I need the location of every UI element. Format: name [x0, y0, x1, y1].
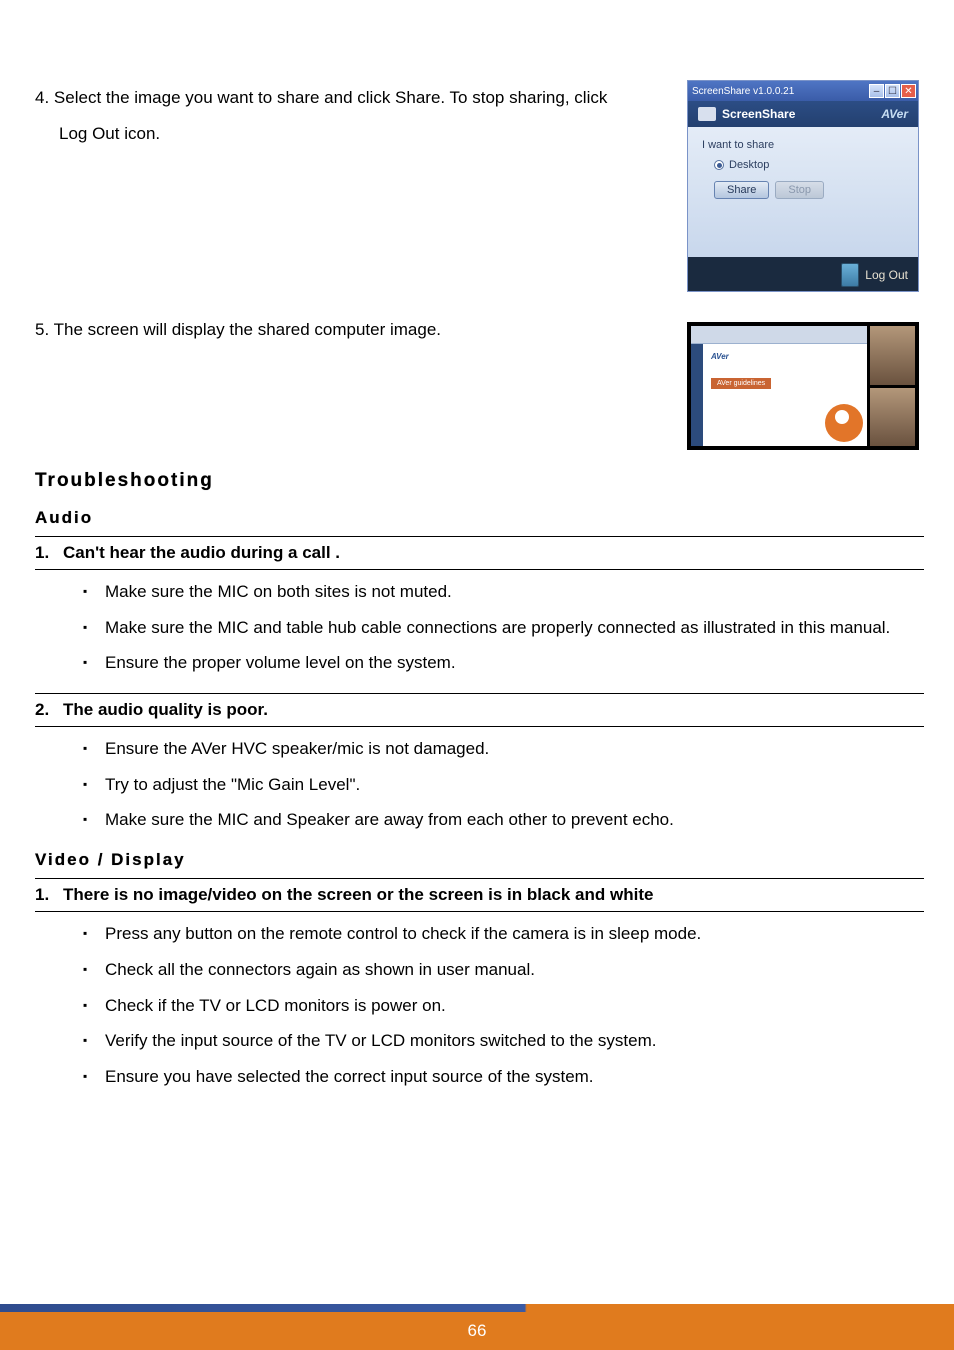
divider — [35, 878, 924, 879]
video-q1-list: Press any button on the remote control t… — [35, 916, 924, 1094]
thumb-1 — [870, 326, 915, 385]
list-item: Try to adjust the "Mic Gain Level". — [83, 767, 924, 803]
close-button[interactable]: ✕ — [901, 84, 916, 98]
audio-q1-list: Make sure the MIC on both sites is not m… — [35, 574, 924, 681]
video-q1-num: 1. — [35, 885, 63, 905]
footer-stripe — [0, 1304, 954, 1312]
audio-q2-list: Ensure the AVer HVC speaker/mic is not d… — [35, 731, 924, 838]
list-item: Ensure you have selected the correct inp… — [83, 1059, 924, 1095]
list-item: Make sure the MIC on both sites is not m… — [83, 574, 924, 610]
share-section-label: I want to share — [702, 139, 904, 151]
page-number: 66 — [0, 1312, 954, 1350]
radio-dot-icon — [714, 160, 724, 170]
preview-subtitle: AVer guidelines — [711, 378, 771, 389]
desktop-radio[interactable]: Desktop — [714, 159, 904, 171]
screenshare-app-window: ScreenShare v1.0.0.21 – ☐ ✕ ScreenShare … — [687, 80, 919, 292]
divider — [35, 693, 924, 694]
step-5-text: 5. The screen will display the shared co… — [35, 312, 635, 348]
preview-title: AVer — [711, 352, 729, 361]
app-logo-icon — [698, 107, 716, 121]
video-heading: Video / Display — [35, 850, 924, 870]
logout-label[interactable]: Log Out — [865, 268, 908, 282]
preview-titlebar — [691, 326, 867, 344]
stop-button[interactable]: Stop — [775, 181, 824, 199]
video-q1: 1.There is no image/video on the screen … — [35, 883, 924, 907]
thumb-2 — [870, 388, 915, 447]
step-4-text: 4. Select the image you want to share an… — [35, 80, 635, 151]
video-q1-text: There is no image/video on the screen or… — [63, 885, 653, 904]
troubleshooting-heading: Troubleshooting — [35, 470, 924, 492]
radio-label: Desktop — [729, 159, 769, 171]
page-footer: 66 — [0, 1312, 954, 1350]
window-titlebar: ScreenShare v1.0.0.21 – ☐ ✕ — [688, 81, 918, 101]
logout-icon[interactable] — [841, 263, 859, 287]
audio-q2-text: The audio quality is poor. — [63, 700, 268, 719]
brand-label: AVer — [881, 107, 908, 121]
audio-q2-num: 2. — [35, 700, 63, 720]
app-footer: Log Out — [688, 257, 918, 291]
step-5-body: The screen will display the shared compu… — [54, 320, 441, 339]
list-item: Verify the input source of the TV or LCD… — [83, 1023, 924, 1059]
divider — [35, 536, 924, 537]
audio-q1: 1.Can't hear the audio during a call . — [35, 541, 924, 565]
divider — [35, 569, 924, 570]
preview-slide: AVer AVer guidelines — [703, 344, 867, 446]
list-item: Make sure the MIC and Speaker are away f… — [83, 802, 924, 838]
minimize-button[interactable]: – — [869, 84, 884, 98]
audio-heading: Audio — [35, 508, 924, 528]
list-item: Ensure the AVer HVC speaker/mic is not d… — [83, 731, 924, 767]
divider — [35, 911, 924, 912]
preview-avatar-icon — [825, 404, 863, 442]
audio-q1-num: 1. — [35, 543, 63, 563]
shared-screen-preview: AVer AVer guidelines — [687, 322, 919, 450]
app-name: ScreenShare — [722, 107, 795, 121]
list-item: Make sure the MIC and table hub cable co… — [83, 610, 924, 646]
list-item: Press any button on the remote control t… — [83, 916, 924, 952]
audio-q1-text: Can't hear the audio during a call . — [63, 543, 340, 562]
audio-q2: 2.The audio quality is poor. — [35, 698, 924, 722]
window-title: ScreenShare v1.0.0.21 — [692, 86, 794, 97]
divider — [35, 726, 924, 727]
step-4-num: 4. — [35, 88, 49, 107]
step-4-body: Select the image you want to share and c… — [54, 88, 607, 143]
step-5-num: 5. — [35, 320, 49, 339]
preview-sidebar — [691, 344, 703, 446]
app-header: ScreenShare AVer — [688, 101, 918, 127]
list-item: Ensure the proper volume level on the sy… — [83, 645, 924, 681]
maximize-button[interactable]: ☐ — [885, 84, 900, 98]
list-item: Check all the connectors again as shown … — [83, 952, 924, 988]
share-button[interactable]: Share — [714, 181, 769, 199]
list-item: Check if the TV or LCD monitors is power… — [83, 988, 924, 1024]
